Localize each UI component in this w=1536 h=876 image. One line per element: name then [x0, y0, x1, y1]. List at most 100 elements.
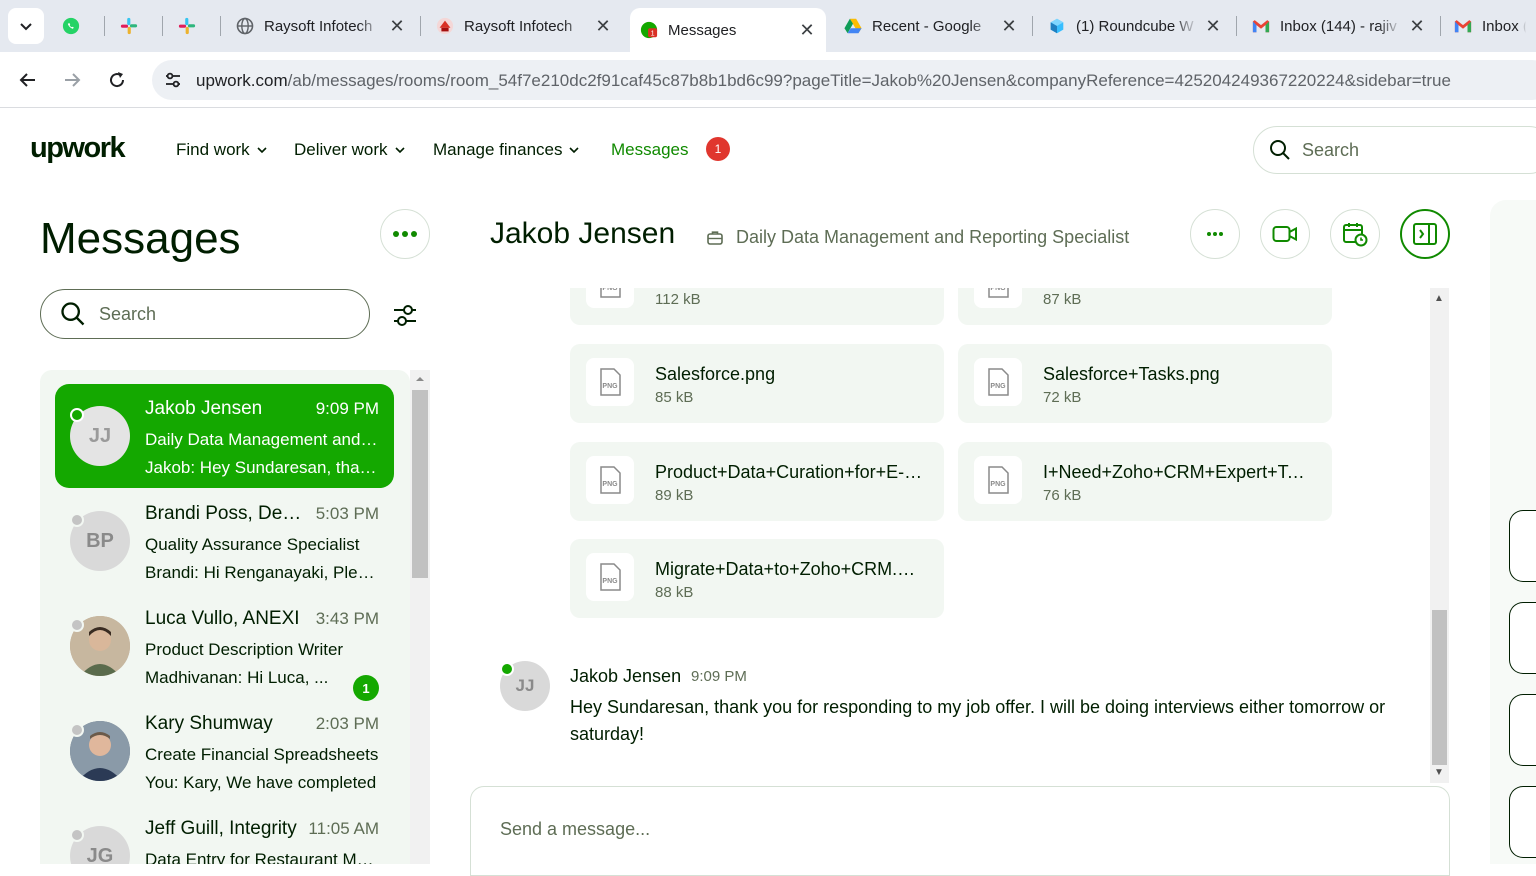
slack-icon [178, 17, 196, 35]
file-size: 72 kB [1043, 389, 1082, 406]
room-item-kary-shumway[interactable]: Kary Shumway 2:03 PM Create Financial Sp… [55, 699, 394, 803]
file-name: Salesforce.png [655, 364, 776, 384]
upwork-header: upwork Find work Deliver work Manage fin… [0, 108, 1536, 190]
tab-whatsapp[interactable] [52, 8, 102, 44]
tab-roundcube[interactable]: (1) Roundcube W ✕ [1038, 8, 1232, 44]
room-list-scrollbar[interactable] [410, 370, 430, 864]
tab-search-button[interactable] [8, 8, 44, 44]
tab-slack-2[interactable] [168, 8, 218, 44]
nav-manage-finances[interactable]: Manage finances [433, 140, 580, 160]
tab-gmail-1[interactable]: Inbox (144) - rajiv ✕ [1242, 8, 1436, 44]
schedule-meeting-button[interactable] [1330, 209, 1380, 259]
room-item-jeff-guill[interactable]: JG Jeff Guill, Integrity 11:05 AM Data E… [55, 804, 394, 864]
close-icon[interactable]: ✕ [1204, 16, 1222, 37]
attachment-card[interactable]: PNG Salesforce+Tasks.png 72 kB [958, 344, 1332, 423]
side-panel-button[interactable] [1509, 694, 1536, 766]
browser-tab-bar: Raysoft Infotech ✕ Raysoft Infotech ✕ 1 … [0, 0, 1536, 52]
message-input[interactable] [500, 819, 1400, 849]
scroll-up-icon[interactable] [410, 372, 430, 386]
close-icon[interactable]: ✕ [798, 20, 816, 41]
message-body: Hey Sundaresan, thank you for responding… [570, 697, 1386, 744]
attachment-card[interactable]: PNG Salesforce.png 85 kB [570, 344, 944, 423]
svg-text:PNG: PNG [602, 481, 618, 488]
reload-button[interactable] [101, 64, 133, 96]
arrow-left-icon [19, 73, 35, 87]
room-item-luca-vullo[interactable]: Luca Vullo, ANEXI 3:43 PM Product Descri… [55, 594, 394, 701]
filter-button[interactable] [388, 298, 422, 332]
scrollbar-thumb[interactable] [412, 390, 428, 578]
toggle-sidebar-button[interactable] [1400, 209, 1450, 259]
header-search-input[interactable] [1302, 139, 1502, 161]
svg-text:1: 1 [651, 28, 655, 37]
nav-find-work[interactable]: Find work [176, 140, 268, 160]
conversation-job[interactable]: Daily Data Management and Reporting Spec… [706, 227, 1129, 248]
close-icon[interactable]: ✕ [1408, 16, 1426, 37]
room-name: Kary Shumway [145, 713, 273, 734]
message-time: 9:09 PM [691, 668, 747, 685]
room-item-jakob-jensen[interactable]: JJ Jakob Jensen 9:09 PM Daily Data Manag… [55, 384, 394, 488]
attachment-card[interactable]: PNG 87 kB [958, 288, 1332, 325]
url-path: /ab/messages/rooms/room_54f7e210dc2f91ca… [287, 71, 1451, 90]
attachment-card[interactable]: PNG 112 kB [570, 288, 944, 325]
reload-icon [110, 72, 125, 88]
tab-raysoft-2[interactable]: Raysoft Infotech ✕ [426, 8, 622, 44]
room-search-input[interactable] [99, 303, 339, 325]
file-name: Salesforce+Tasks.png [1043, 364, 1220, 384]
briefcase-icon [707, 230, 723, 245]
close-icon[interactable]: ✕ [1000, 16, 1018, 37]
url-text[interactable]: upwork.com/ab/messages/rooms/room_54f7e2… [196, 71, 1451, 91]
room-name: Brandi Poss, Deborah [145, 503, 303, 524]
upwork-logo[interactable]: upwork [30, 132, 126, 165]
room-item-brandi-poss[interactable]: BP Brandi Poss, Deborah 5:03 PM Quality … [55, 489, 394, 593]
side-panel-button[interactable] [1509, 786, 1536, 858]
png-file-icon: PNG [586, 358, 634, 406]
sidebar-more-button[interactable] [380, 209, 430, 259]
nav-label: Messages [611, 140, 689, 159]
conversation-job-title: Daily Data Management and Reporting Spec… [736, 227, 1130, 247]
header-search[interactable] [1253, 126, 1536, 174]
conversation-more-button[interactable] [1190, 209, 1240, 259]
room-last-message: Jakob: Hey Sundaresan, thank you for res… [145, 458, 379, 477]
tab-google-drive[interactable]: Recent - Google ✕ [834, 8, 1028, 44]
tab-messages[interactable]: 1 Messages ✕ [630, 8, 826, 52]
tab-gmail-2[interactable]: Inbox (1 [1444, 8, 1536, 44]
chevron-down-icon [394, 147, 405, 154]
file-size: 89 kB [655, 487, 694, 504]
scrollbar-thumb[interactable] [1432, 610, 1447, 765]
svg-text:PNG: PNG [602, 288, 618, 292]
room-time: 9:09 PM [315, 399, 379, 418]
scroll-down-icon[interactable]: ▼ [1434, 767, 1444, 778]
presence-indicator [70, 513, 84, 527]
attachment-card[interactable]: PNG Product+Data+Curation+for+E-commerce… [570, 442, 944, 521]
nav-messages[interactable]: Messages [611, 140, 688, 160]
message-author[interactable]: Jakob Jensen [570, 666, 681, 687]
message-thread: PNG 112 kB PNG 87 kB PNG Salesforce.png … [470, 288, 1430, 783]
side-panel-button[interactable] [1509, 510, 1536, 582]
google-drive-icon [844, 17, 862, 35]
file-size: 88 kB [655, 584, 694, 601]
search-icon [1270, 140, 1290, 160]
omnibox[interactable]: upwork.com/ab/messages/rooms/room_54f7e2… [152, 60, 1536, 100]
scroll-up-icon[interactable]: ▲ [1434, 293, 1444, 304]
tab-raysoft-1[interactable]: Raysoft Infotech ✕ [226, 8, 416, 44]
attachment-card[interactable]: PNG Migrate+Data+to+Zoho+CRM.png 88 kB [570, 539, 944, 618]
svg-text:PNG: PNG [990, 288, 1006, 292]
room-time: 2:03 PM [315, 714, 379, 733]
video-call-button[interactable] [1260, 209, 1310, 259]
site-settings-icon[interactable] [162, 69, 184, 91]
chevron-down-icon [20, 23, 32, 31]
close-icon[interactable]: ✕ [594, 16, 612, 37]
side-panel-button[interactable] [1509, 602, 1536, 674]
room-search[interactable] [40, 289, 370, 339]
tab-slack-1[interactable] [110, 8, 160, 44]
room-name: Jeff Guill, Integrity [145, 818, 297, 839]
nav-deliver-work[interactable]: Deliver work [294, 140, 406, 160]
chevron-down-icon [257, 147, 267, 154]
attachment-card[interactable]: PNG I+Need+Zoho+CRM+Expert+To+Help.png 7… [958, 442, 1332, 521]
close-icon[interactable]: ✕ [388, 16, 406, 37]
back-button[interactable] [12, 64, 44, 96]
thread-scrollbar[interactable]: ▲ ▼ [1430, 288, 1449, 783]
svg-text:PNG: PNG [602, 383, 618, 390]
conversation-title: Jakob Jensen [490, 217, 676, 250]
forward-button[interactable] [56, 64, 88, 96]
